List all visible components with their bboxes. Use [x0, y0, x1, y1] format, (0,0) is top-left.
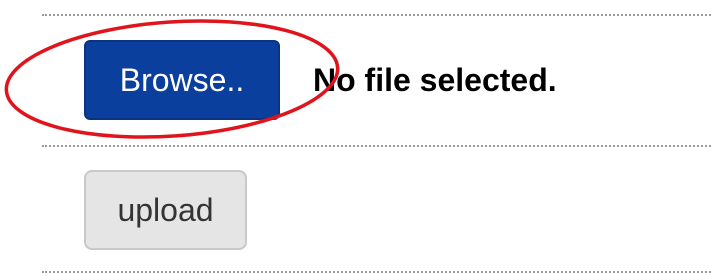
- divider-middle: [42, 145, 711, 147]
- divider-bottom: [42, 271, 711, 273]
- file-input-row: Browse.. No file selected.: [84, 40, 557, 120]
- upload-button[interactable]: upload: [84, 170, 247, 250]
- divider-top: [42, 14, 711, 16]
- file-status-text: No file selected.: [313, 61, 557, 98]
- browse-button[interactable]: Browse..: [84, 40, 280, 120]
